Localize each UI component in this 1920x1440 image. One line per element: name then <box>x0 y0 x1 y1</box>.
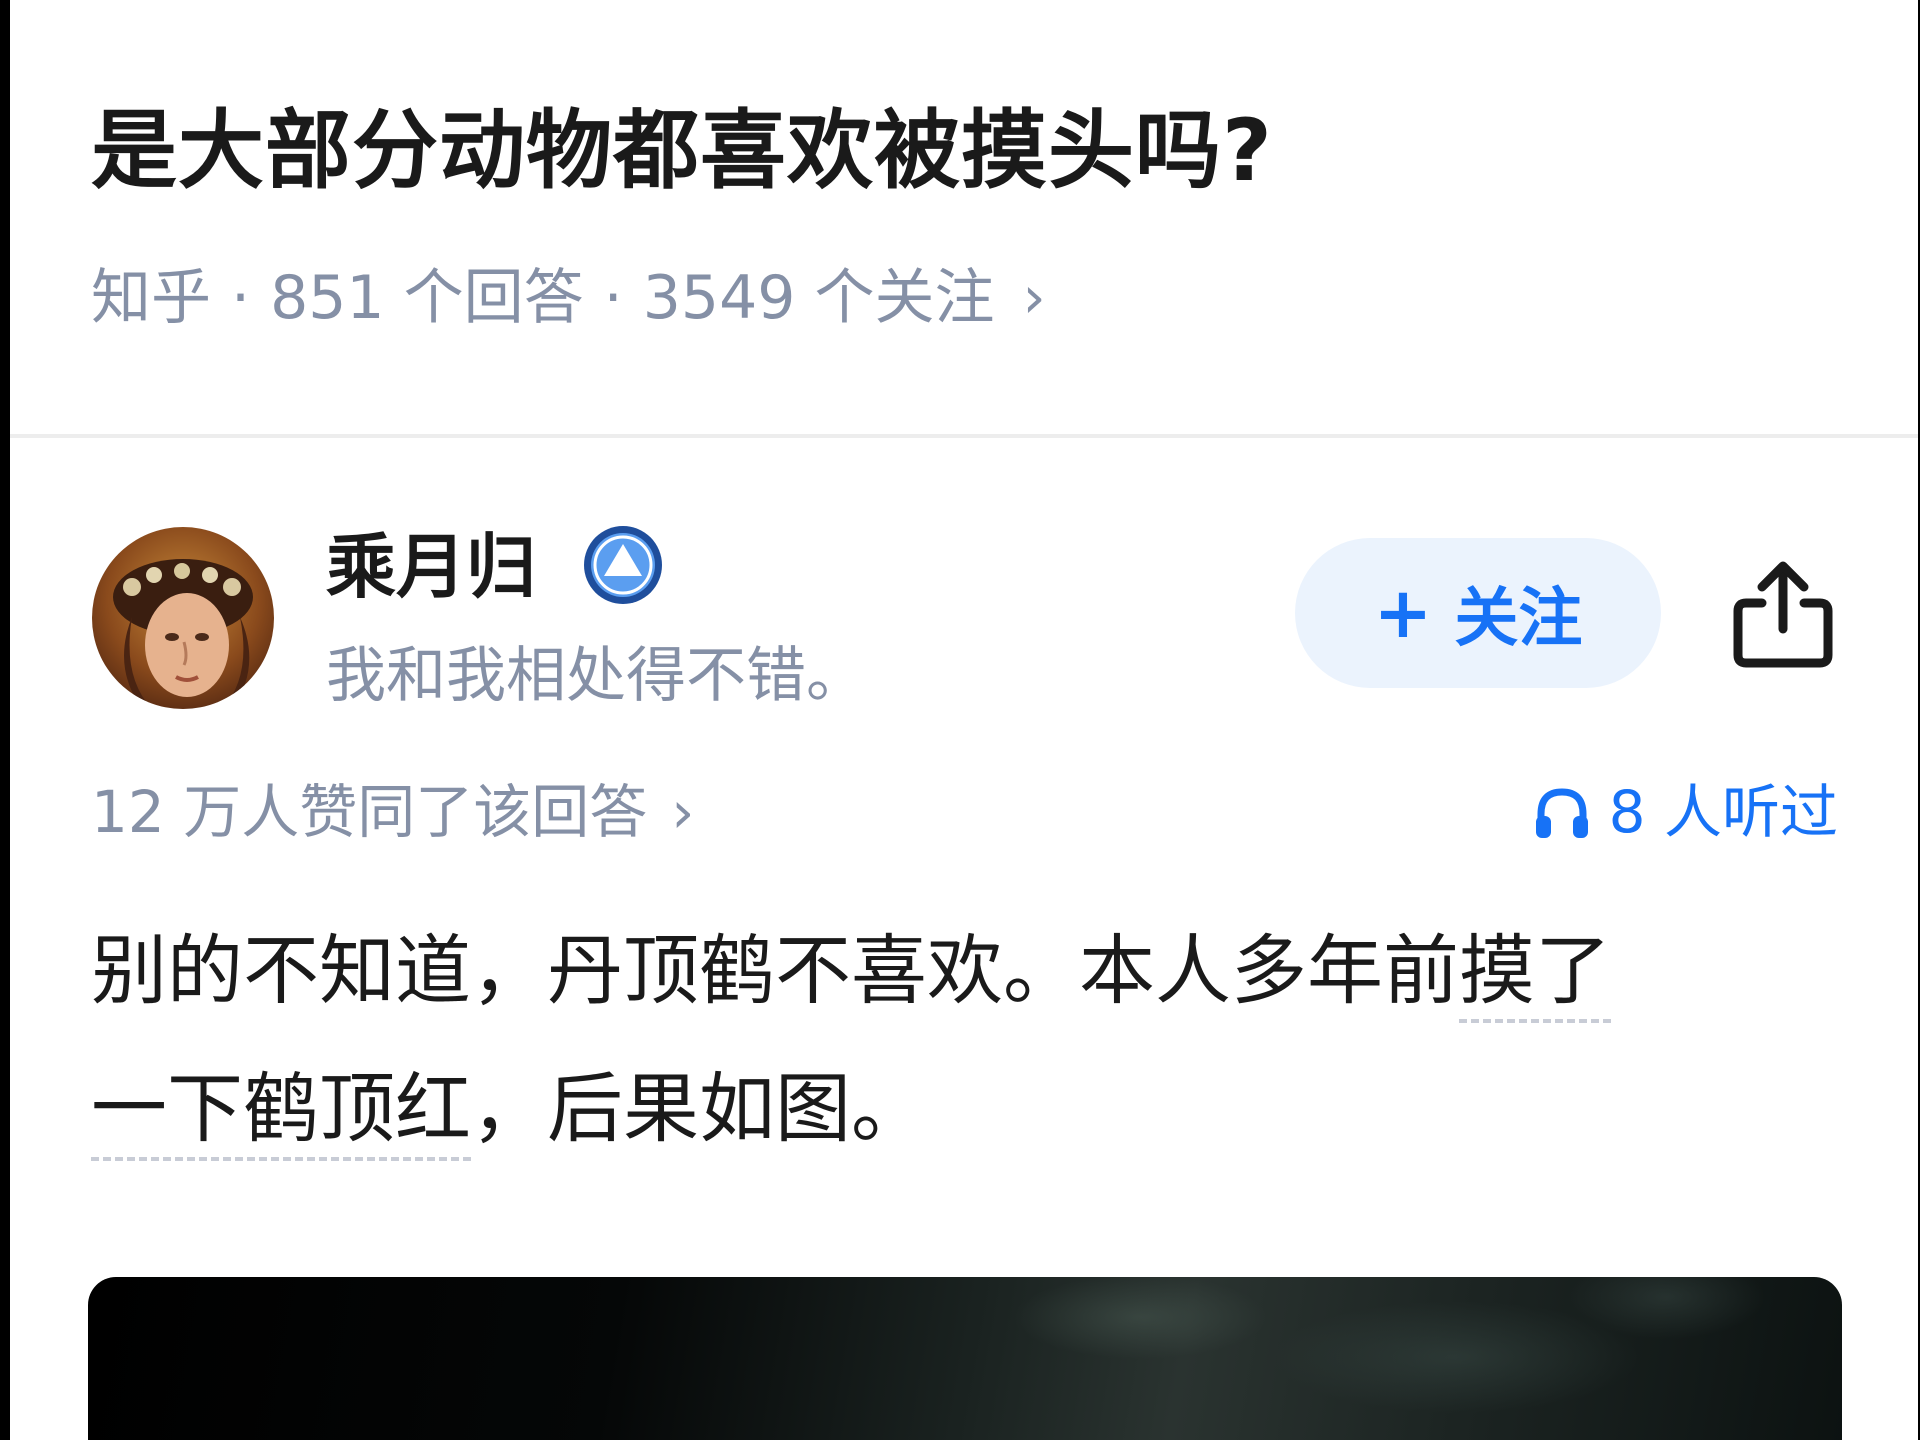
vote-summary[interactable]: 12 万人赞同了该回答 › <box>91 778 694 848</box>
section-divider <box>10 434 1918 438</box>
answer-content: 别的不知道，丹顶鹤不喜欢。本人多年前摸了 一下鹤顶红，后果如图。 <box>91 902 1871 1178</box>
share-icon[interactable] <box>1728 555 1838 670</box>
answer-keyword-link[interactable]: 一下鹤顶红 <box>91 1064 471 1161</box>
author-bio: 我和我相处得不错。 <box>326 641 866 711</box>
headphones-icon <box>1535 788 1588 838</box>
answer-count: 851 个回答 <box>270 263 584 333</box>
follow-button[interactable]: + 关注 <box>1295 538 1661 688</box>
answer-image[interactable] <box>88 1277 1842 1440</box>
answer-text: 别的不知道，丹顶鹤不喜欢。本人多年前 <box>91 926 1459 1015</box>
author-avatar[interactable] <box>92 527 274 709</box>
vote-count: 12 万人赞同了该回答 <box>91 778 648 846</box>
question-meta[interactable]: 知乎 · 851 个回答 · 3549 个关注 › <box>91 262 1046 334</box>
meta-separator: · <box>231 263 251 333</box>
question-source: 知乎 <box>91 263 211 333</box>
follower-count: 3549 个关注 <box>642 263 995 333</box>
chevron-right-icon: › <box>671 778 695 846</box>
image-texture <box>88 1277 1842 1440</box>
verified-badge-icon <box>584 526 662 604</box>
chevron-right-icon: › <box>1022 263 1046 332</box>
answer-line: 别的不知道，丹顶鹤不喜欢。本人多年前摸了 <box>91 902 1871 1040</box>
answer-keyword-link[interactable]: 摸了 <box>1459 926 1611 1023</box>
answer-text: ，后果如图。 <box>471 1064 927 1153</box>
follow-label: 关注 <box>1454 582 1583 656</box>
meta-separator: · <box>603 263 623 333</box>
listen-count-label: 8 人听过 <box>1608 778 1838 846</box>
plus-icon: + <box>1373 572 1433 654</box>
answer-line: 一下鹤顶红，后果如图。 <box>91 1040 1871 1178</box>
portrait-avatar-icon <box>92 527 274 709</box>
question-title[interactable]: 是大部分动物都喜欢被摸头吗? <box>91 100 1273 203</box>
listen-count[interactable]: 8 人听过 <box>1533 778 1838 848</box>
author-name[interactable]: 乘月归 <box>326 525 536 609</box>
zhihu-answer-page: 是大部分动物都喜欢被摸头吗? 知乎 · 851 个回答 · 3549 个关注 › <box>10 0 1918 1440</box>
